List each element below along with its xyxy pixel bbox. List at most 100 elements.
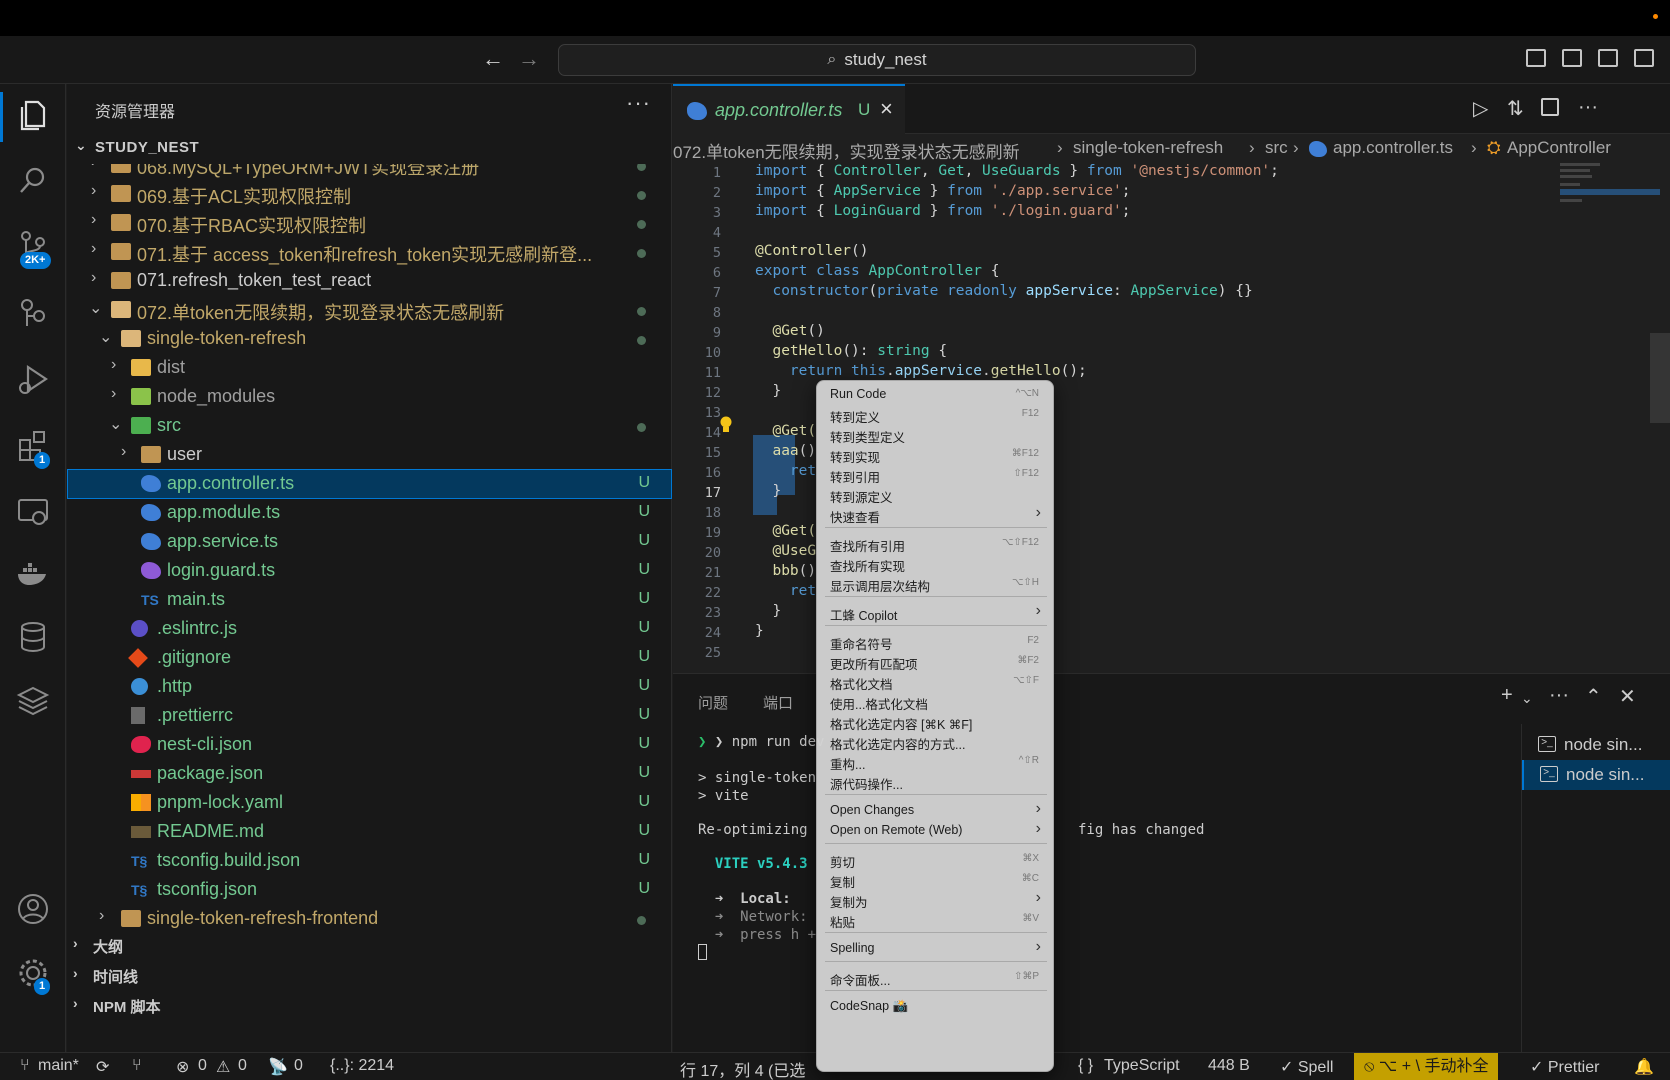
toggle-primary-sidebar-icon[interactable] (1526, 49, 1546, 67)
menu-item[interactable]: 格式化选定内容的方式... (817, 730, 1053, 752)
workspace-root[interactable]: ⌄ STUDY_NEST (67, 134, 672, 162)
tree-item-file[interactable]: T§ tsconfig.build.json U (67, 846, 672, 876)
tree-item-file[interactable]: pnpm-lock.yaml U (67, 788, 672, 818)
customize-layout-icon[interactable] (1634, 49, 1654, 67)
tree-item-folder-open[interactable]: ⌄ src (67, 411, 672, 441)
toggle-secondary-sidebar-icon[interactable] (1598, 49, 1618, 67)
tree-item-file[interactable]: T§ tsconfig.json U (67, 875, 672, 905)
maximize-panel-icon[interactable]: ⌃ (1585, 684, 1602, 709)
menu-item[interactable]: 复制 ⌘C (817, 868, 1053, 890)
terminal-instance[interactable]: >_ node sin... (1522, 730, 1670, 760)
menu-item[interactable]: 重命名符号 F2 (817, 630, 1053, 652)
chevron-down-icon[interactable]: ⌄ (1521, 690, 1533, 707)
tree-item-folder[interactable]: › node_modules (67, 382, 672, 412)
run-debug-icon[interactable] (14, 360, 52, 398)
menu-item[interactable]: 剪切 ⌘X (817, 848, 1053, 870)
close-tab-icon[interactable]: × (880, 96, 893, 122)
spell-status[interactable]: ✓ Spell (1280, 1057, 1333, 1077)
close-panel-icon[interactable]: ✕ (1619, 684, 1636, 709)
section-outline[interactable]: › 大纲 (67, 929, 672, 959)
menu-item[interactable]: 粘贴 ⌘V (817, 908, 1053, 930)
tree-item-file[interactable]: README.md U (67, 817, 672, 847)
account-icon[interactable] (14, 890, 52, 928)
sync-icon[interactable]: ⟳ (96, 1057, 109, 1077)
tree-item-file[interactable]: .gitignore U (67, 643, 672, 673)
git-graph-icon[interactable] (14, 294, 52, 332)
extensions-icon[interactable]: 1 (14, 426, 52, 469)
tree-item-file[interactable]: app.service.ts U (67, 527, 672, 557)
input-method-status[interactable]: ⦸ ⌥ + \ 手动补全 (1354, 1053, 1499, 1080)
error-icon[interactable]: ⊗ (176, 1057, 189, 1077)
tree-item-file[interactable]: package.json U (67, 759, 672, 789)
menu-item[interactable]: 复制为 › (817, 888, 1053, 910)
bell-icon[interactable]: 🔔 (1634, 1057, 1654, 1077)
terminal-instance-active[interactable]: >_ node sin... (1522, 760, 1670, 790)
split-editor-icon[interactable] (1541, 98, 1559, 116)
toggle-panel-icon[interactable] (1562, 49, 1582, 67)
menu-item[interactable]: 重构... ^⇧R (817, 750, 1053, 772)
tree-item-folder-open[interactable]: ⌄ single-token-refresh (67, 324, 672, 354)
breadcrumb-item[interactable]: src (1265, 138, 1288, 158)
tree-item-file[interactable]: app.module.ts U (67, 498, 672, 528)
new-terminal-icon[interactable]: + (1501, 684, 1513, 707)
menu-item[interactable]: 快速查看 › (817, 503, 1053, 525)
menu-item[interactable]: 转到定义 F12 (817, 403, 1053, 425)
tree-item-file[interactable]: TS main.ts U (67, 585, 672, 615)
search-icon[interactable] (14, 162, 52, 200)
menu-item[interactable]: 使用...格式化文档 (817, 690, 1053, 712)
more-actions-icon[interactable]: ··· (1578, 96, 1598, 119)
breadcrumb-item[interactable]: app.controller.ts (1333, 138, 1453, 158)
compare-changes-icon[interactable]: ⇅ (1507, 96, 1524, 121)
section-timeline[interactable]: › 时间线 (67, 959, 672, 989)
menu-item[interactable]: 更改所有匹配项 ⌘F2 (817, 650, 1053, 672)
warning-count[interactable]: 0 (238, 1057, 247, 1075)
menu-item[interactable]: 显示调用层次结构 ⌥⇧H (817, 572, 1053, 594)
database-icon[interactable] (14, 618, 52, 656)
menu-item[interactable]: CodeSnap 📸 (817, 995, 1053, 1016)
tab-ports[interactable]: 端口 (763, 692, 793, 713)
scrollbar[interactable] (1650, 333, 1670, 423)
ports-count[interactable]: 0 (294, 1057, 303, 1075)
language-mode[interactable]: TypeScript (1104, 1057, 1180, 1075)
explorer-icon[interactable] (14, 96, 52, 134)
breadcrumb-item[interactable]: AppController (1507, 138, 1611, 158)
tree-item-file[interactable]: nest-cli.json U (67, 730, 672, 760)
tree-item-file[interactable]: .http U (67, 672, 672, 702)
git-graph-icon[interactable]: ⑂ (132, 1057, 142, 1075)
tree-item-file[interactable]: .prettierrc U (67, 701, 672, 731)
menu-item[interactable]: Open Changes › (817, 799, 1053, 820)
more-actions-icon[interactable]: ··· (1549, 684, 1569, 707)
menu-item[interactable]: 转到引用 ⇧F12 (817, 463, 1053, 485)
command-center[interactable]: ⌕ study_nest (558, 44, 1196, 76)
menu-item[interactable]: 转到源定义 (817, 483, 1053, 505)
tree-item-folder-open[interactable]: ⌄ 072.单token无限续期，实现登录状态无感刷新 (67, 295, 672, 325)
menu-item[interactable]: 格式化文档 ⌥⇧F (817, 670, 1053, 692)
back-arrow-icon[interactable]: ← (482, 46, 504, 72)
tree-item-file-selected[interactable]: app.controller.ts U (67, 469, 672, 499)
menu-item[interactable]: 源代码操作... (817, 770, 1053, 792)
run-icon[interactable]: ▷ (1473, 96, 1488, 121)
tree-item-folder[interactable]: › 069.基于ACL实现权限控制 (67, 179, 672, 209)
scope-indicator[interactable]: {..}: 2214 (330, 1057, 394, 1075)
warning-icon[interactable]: ⚠ (216, 1057, 230, 1077)
more-actions-icon[interactable]: ··· (626, 90, 651, 116)
error-count[interactable]: 0 (198, 1057, 207, 1075)
tree-item-folder[interactable]: › user (67, 440, 672, 470)
tab-app-controller[interactable]: app.controller.ts U × (673, 84, 905, 134)
source-control-icon[interactable]: 2K+ (14, 228, 52, 269)
remote-explorer-icon[interactable] (14, 492, 52, 530)
menu-item[interactable]: 查找所有引用 ⌥⇧F12 (817, 532, 1053, 554)
tree-item-folder[interactable]: › 071.refresh_token_test_react (67, 266, 672, 296)
lightbulb-icon[interactable] (719, 416, 733, 434)
docker-icon[interactable] (14, 554, 52, 592)
menu-item[interactable]: 转到实现 ⌘F12 (817, 443, 1053, 465)
menu-item[interactable]: 格式化选定内容 [⌘K ⌘F] (817, 710, 1053, 732)
branch-icon[interactable]: ⑂ (20, 1057, 30, 1075)
tree-item-folder[interactable]: › 071.基于 access_token和refresh_token实现无感刷… (67, 237, 672, 267)
breadcrumb-item[interactable]: single-token-refresh (1073, 138, 1223, 158)
layers-icon[interactable] (14, 682, 52, 720)
menu-item[interactable]: 查找所有实现 (817, 552, 1053, 574)
forward-arrow-icon[interactable]: → (518, 46, 540, 72)
menu-item[interactable]: Spelling › (817, 937, 1053, 958)
section-npm-scripts[interactable]: › NPM 脚本 (67, 989, 672, 1019)
